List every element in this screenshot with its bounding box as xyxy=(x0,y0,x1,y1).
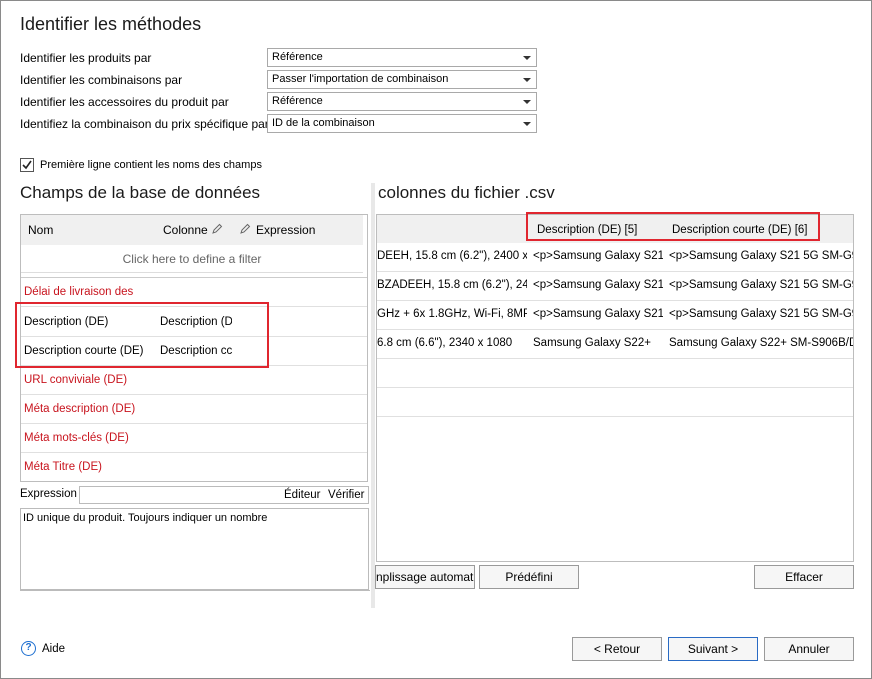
identify-specific-price-select[interactable]: ID de la combinaison xyxy=(267,114,537,133)
autofill-button[interactable]: nplissage automatiq xyxy=(375,565,475,589)
help-icon[interactable]: ? xyxy=(21,641,36,656)
header-column[interactable]: Colonne xyxy=(163,223,208,237)
cancel-button[interactable]: Annuler xyxy=(764,637,854,661)
identify-specific-price-label: Identifiez la combinaison du prix spécif… xyxy=(20,117,269,131)
next-button[interactable]: Suivant > xyxy=(668,637,758,661)
identify-accessories-label: Identifier les accessoires du produit pa… xyxy=(20,95,229,109)
identify-accessories-select[interactable]: Référence xyxy=(267,92,537,111)
table-row[interactable]: Méta Titre (DE) xyxy=(21,453,367,481)
back-button[interactable]: < Retour xyxy=(572,637,662,661)
table-row[interactable] xyxy=(377,359,853,388)
table-row[interactable]: DEEH, 15.8 cm (6.2"), 2400 x <p>Samsung … xyxy=(377,243,853,272)
expression-input[interactable]: Éditeur Vérifier xyxy=(79,486,369,504)
header-name[interactable]: Nom xyxy=(28,223,53,237)
chevron-down-icon xyxy=(523,122,531,126)
import-wizard-window: Identifier les méthodes Identifier les p… xyxy=(0,0,872,679)
first-row-checkbox[interactable] xyxy=(20,158,34,172)
db-fields-title: Champs de la base de données xyxy=(20,183,261,202)
cell: GHz + 6x 1.8GHz, Wi-Fi, 8MP, xyxy=(377,308,527,320)
verify-button[interactable]: Vérifier xyxy=(328,489,364,501)
row-name: URL conviviale (DE) xyxy=(24,374,128,386)
csv-columns-title: colonnes du fichier .csv xyxy=(378,183,555,202)
row-name: Méta description (DE) xyxy=(24,403,136,415)
checkmark-icon xyxy=(22,160,32,170)
identify-specific-price-value: ID de la combinaison xyxy=(272,117,375,129)
table-row[interactable]: BZADEEH, 15.8 cm (6.2"), 2400 <p>Samsung… xyxy=(377,272,853,301)
table-row[interactable] xyxy=(377,388,853,417)
cell: BZADEEH, 15.8 cm (6.2"), 2400 xyxy=(377,279,527,291)
expression-label: Expression xyxy=(20,488,77,500)
page-title: Identifier les méthodes xyxy=(20,14,202,34)
table-row[interactable]: Méta description (DE) xyxy=(21,395,367,424)
highlight-box xyxy=(15,302,269,368)
identify-products-select[interactable]: Référence xyxy=(267,48,537,67)
cell: <p>Samsung Galaxy S21 xyxy=(533,250,663,262)
clear-button[interactable]: Effacer xyxy=(754,565,854,589)
table-row[interactable]: URL conviviale (DE) xyxy=(21,366,367,395)
cell: DEEH, 15.8 cm (6.2"), 2400 x xyxy=(377,250,527,262)
identify-combinations-label: Identifier les combinaisons par xyxy=(20,73,183,87)
cell: <p>Samsung Galaxy S21 5G SM-G99 xyxy=(669,250,853,262)
row-name: Méta Titre (DE) xyxy=(24,461,102,473)
chevron-down-icon xyxy=(523,56,531,60)
cell: <p>Samsung Galaxy S21 5G SM-G99 xyxy=(669,308,853,320)
row-name: Méta mots-clés (DE) xyxy=(24,432,129,444)
pencil-icon[interactable] xyxy=(239,223,251,235)
chevron-down-icon xyxy=(523,78,531,82)
grid-header: Nom Colonne Expression xyxy=(21,215,363,245)
help-link[interactable]: Aide xyxy=(42,643,65,655)
identify-products-value: Référence xyxy=(272,51,323,63)
header-expression[interactable]: Expression xyxy=(256,223,315,237)
row-name: Délai de livraison des xyxy=(24,286,134,298)
pencil-icon[interactable] xyxy=(211,223,223,235)
identify-accessories-value: Référence xyxy=(272,95,323,107)
cell: Samsung Galaxy S22+ SM-S906B/DS, xyxy=(669,337,853,349)
csv-columns-grid: Description (DE) [5] Description courte … xyxy=(376,214,854,562)
identify-combinations-value: Passer l'importation de combinaison xyxy=(272,73,449,85)
editor-button[interactable]: Éditeur xyxy=(284,489,320,501)
chevron-down-icon xyxy=(523,100,531,104)
cell: 6.8 cm (6.6"), 2340 x 1080 xyxy=(377,337,513,349)
cell: <p>Samsung Galaxy S21 5G SM-G99 xyxy=(669,279,853,291)
predefined-button[interactable]: Prédéfini xyxy=(479,565,579,589)
identify-products-label: Identifier les produits par xyxy=(20,51,152,65)
table-row[interactable]: Méta mots-clés (DE) xyxy=(21,424,367,453)
identify-combinations-select[interactable]: Passer l'importation de combinaison xyxy=(267,70,537,89)
table-row[interactable]: 6.8 cm (6.6"), 2340 x 1080 Samsung Galax… xyxy=(377,330,853,359)
field-description: ID unique du produit. Toujours indiquer … xyxy=(20,508,369,590)
cell: <p>Samsung Galaxy S21 xyxy=(533,279,663,291)
filter-row[interactable]: Click here to define a filter xyxy=(21,245,363,273)
highlight-box xyxy=(526,212,820,241)
divider xyxy=(20,590,370,591)
first-row-checkbox-label: Première ligne contient les noms des cha… xyxy=(40,159,262,171)
cell: Samsung Galaxy S22+ xyxy=(533,337,651,349)
cell: <p>Samsung Galaxy S21 xyxy=(533,308,663,320)
table-row[interactable]: GHz + 6x 1.8GHz, Wi-Fi, 8MP, <p>Samsung … xyxy=(377,301,853,330)
